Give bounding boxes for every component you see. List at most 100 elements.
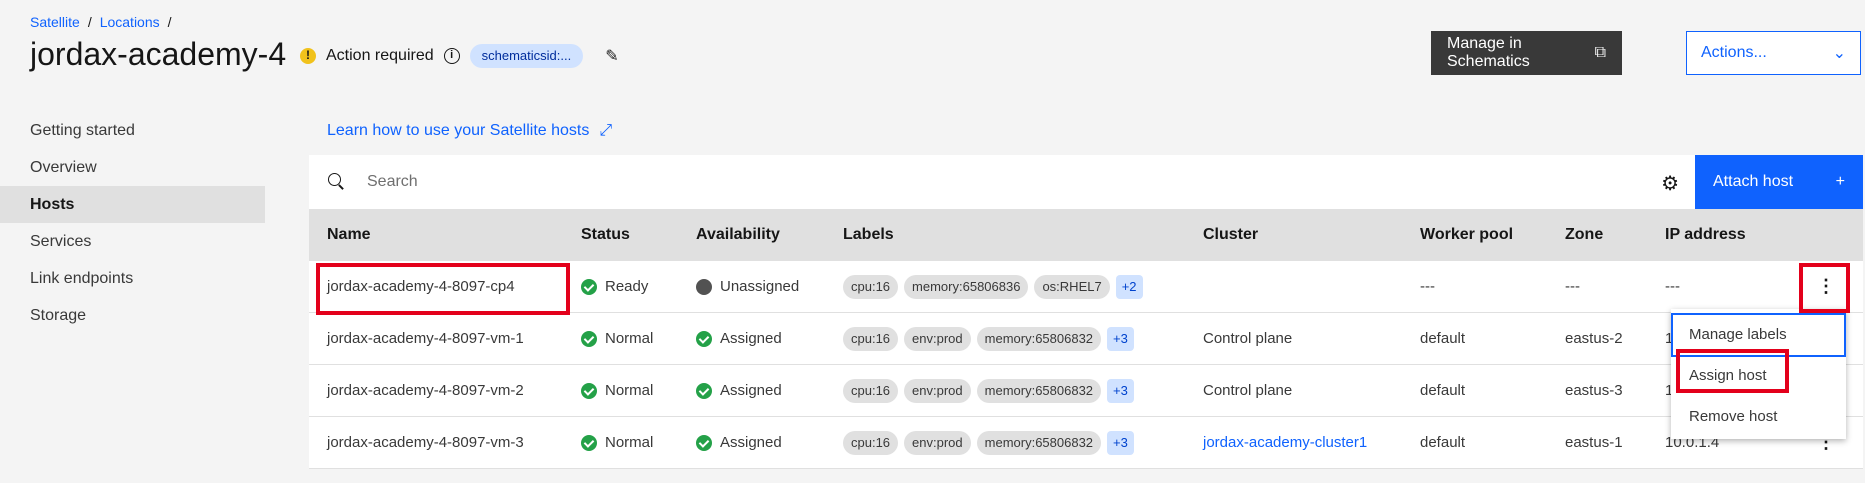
sidebar-item-services[interactable]: Services: [0, 223, 265, 260]
host-cluster-link[interactable]: jordax-academy-cluster1: [1203, 434, 1367, 451]
table-row[interactable]: jordax-academy-4-8097-vm-2 Normal Assign…: [309, 365, 1863, 417]
host-status: Normal: [581, 382, 653, 399]
status-area: Action required i schematicsid:... ✎: [300, 44, 619, 68]
learn-link-label: Learn how to use your Satellite hosts: [327, 122, 590, 139]
host-labels: cpu:16 env:prod memory:65806832 +3: [843, 326, 1134, 351]
header-labels: Labels: [843, 226, 894, 243]
plus-icon: +: [1835, 173, 1845, 190]
header-worker-pool[interactable]: Worker pool: [1420, 226, 1513, 244]
table-row[interactable]: jordax-academy-4-8097-vm-3 Normal Assign…: [309, 417, 1863, 469]
page-title: jordax-academy-4: [30, 36, 287, 72]
highlight-host-name: [316, 263, 570, 315]
host-name[interactable]: jordax-academy-4-8097-vm-3: [327, 434, 524, 451]
sidebar-item-hosts[interactable]: Hosts: [0, 186, 265, 223]
sidebar-item-storage[interactable]: Storage: [0, 297, 265, 334]
host-labels: cpu:16 env:prod memory:65806832 +3: [843, 430, 1134, 455]
check-circle-icon: [696, 434, 712, 451]
hosts-table: Name Status Availability Labels Cluster …: [309, 209, 1863, 469]
host-availability: Assigned: [696, 330, 782, 347]
breadcrumb-satellite[interactable]: Satellite: [30, 14, 80, 30]
label-chip: memory:65806832: [976, 326, 1102, 351]
host-cluster: Control plane: [1203, 382, 1293, 399]
more-labels-chip[interactable]: +3: [1107, 378, 1134, 403]
info-icon[interactable]: i: [443, 48, 460, 64]
header-status[interactable]: Status: [581, 226, 630, 244]
label-chip: cpu:16: [843, 274, 899, 299]
actions-label: Actions...: [1701, 44, 1767, 61]
host-labels: cpu:16 memory:65806836 os:RHEL7 +2: [843, 274, 1143, 299]
label-chip: memory:65806832: [976, 378, 1102, 403]
sidebar-item-link-endpoints[interactable]: Link endpoints: [0, 260, 265, 297]
actions-dropdown[interactable]: Actions... ⌄: [1686, 31, 1861, 75]
table-toolbar: ⚙: [309, 155, 1695, 209]
check-circle-icon: [581, 434, 597, 451]
availability-text: Unassigned: [720, 278, 800, 295]
label-chip: memory:65806836: [904, 274, 1029, 299]
attach-host-button[interactable]: Attach host +: [1695, 155, 1863, 209]
host-status: Normal: [581, 330, 653, 347]
check-circle-icon: [581, 278, 597, 295]
status-text: Normal: [605, 330, 654, 347]
label-chip: env:prod: [904, 430, 971, 455]
status-text: Ready: [605, 278, 649, 295]
more-labels-chip[interactable]: +2: [1115, 274, 1143, 299]
manage-label: Manage in Schematics: [1447, 35, 1530, 70]
host-name[interactable]: jordax-academy-4-8097-vm-2: [327, 382, 524, 399]
breadcrumb-locations[interactable]: Locations: [100, 14, 160, 30]
label-chip: cpu:16: [843, 326, 899, 351]
schematics-tag[interactable]: schematicsid:...: [469, 44, 584, 68]
host-status: Normal: [581, 434, 653, 451]
host-worker-pool: default: [1420, 434, 1466, 451]
host-zone: ---: [1565, 278, 1580, 295]
header-availability[interactable]: Availability: [696, 226, 780, 244]
label-chip: cpu:16: [843, 430, 899, 455]
host-zone: eastus-1: [1565, 434, 1623, 451]
host-ip: ---: [1665, 278, 1680, 295]
label-chip: os:RHEL7: [1034, 274, 1110, 299]
host-name[interactable]: jordax-academy-4-8097-vm-1: [327, 330, 524, 347]
chevron-down-icon: ⌄: [1832, 45, 1846, 62]
gear-icon[interactable]: ⚙: [1661, 171, 1679, 196]
header-ip-address[interactable]: IP address: [1665, 226, 1746, 244]
menu-item-remove-host[interactable]: Remove host: [1671, 395, 1846, 439]
edit-icon[interactable]: ✎: [605, 46, 618, 66]
launch-icon: ⧉: [1594, 44, 1606, 61]
host-worker-pool: default: [1420, 330, 1466, 347]
manage-in-schematics-button[interactable]: Manage in Schematics ⧉: [1431, 31, 1622, 75]
availability-text: Assigned: [720, 382, 782, 399]
sidebar-item-overview[interactable]: Overview: [0, 149, 265, 186]
host-worker-pool: ---: [1420, 278, 1435, 295]
host-cluster: Control plane: [1203, 330, 1293, 347]
status-text: Normal: [605, 382, 654, 399]
host-zone: eastus-2: [1565, 330, 1623, 347]
attach-host-label: Attach host: [1713, 173, 1794, 190]
sidebar: Getting started Overview Hosts Services …: [0, 112, 265, 334]
availability-text: Assigned: [720, 330, 782, 347]
highlight-overflow-menu: [1799, 263, 1850, 313]
header-cluster[interactable]: Cluster: [1203, 226, 1258, 244]
host-availability: Unassigned: [696, 278, 799, 295]
sidebar-item-getting-started[interactable]: Getting started: [0, 112, 265, 149]
more-labels-chip[interactable]: +3: [1107, 430, 1134, 455]
label-chip: env:prod: [904, 326, 971, 351]
header-name[interactable]: Name: [327, 226, 371, 244]
status-text: Normal: [605, 434, 654, 451]
highlight-assign-host: [1676, 349, 1789, 393]
check-circle-icon: [581, 382, 597, 399]
availability-text: Assigned: [720, 434, 782, 451]
host-status: Ready: [581, 278, 648, 295]
check-circle-icon: [696, 330, 712, 347]
host-worker-pool: default: [1420, 382, 1466, 399]
learn-link[interactable]: Learn how to use your Satellite hosts ⤢: [327, 122, 612, 140]
search-icon: [327, 172, 347, 192]
host-availability: Assigned: [696, 434, 782, 451]
table-row[interactable]: jordax-academy-4-8097-vm-1 Normal Assign…: [309, 313, 1863, 365]
more-labels-chip[interactable]: +3: [1107, 326, 1134, 351]
host-zone: eastus-3: [1565, 382, 1623, 399]
header-zone[interactable]: Zone: [1565, 226, 1603, 244]
search-input[interactable]: [367, 173, 1567, 191]
warning-icon: [300, 48, 316, 64]
expand-icon: ⤢: [599, 122, 613, 139]
breadcrumb: Satellite / Locations /: [30, 14, 172, 30]
unassigned-icon: [696, 278, 712, 295]
